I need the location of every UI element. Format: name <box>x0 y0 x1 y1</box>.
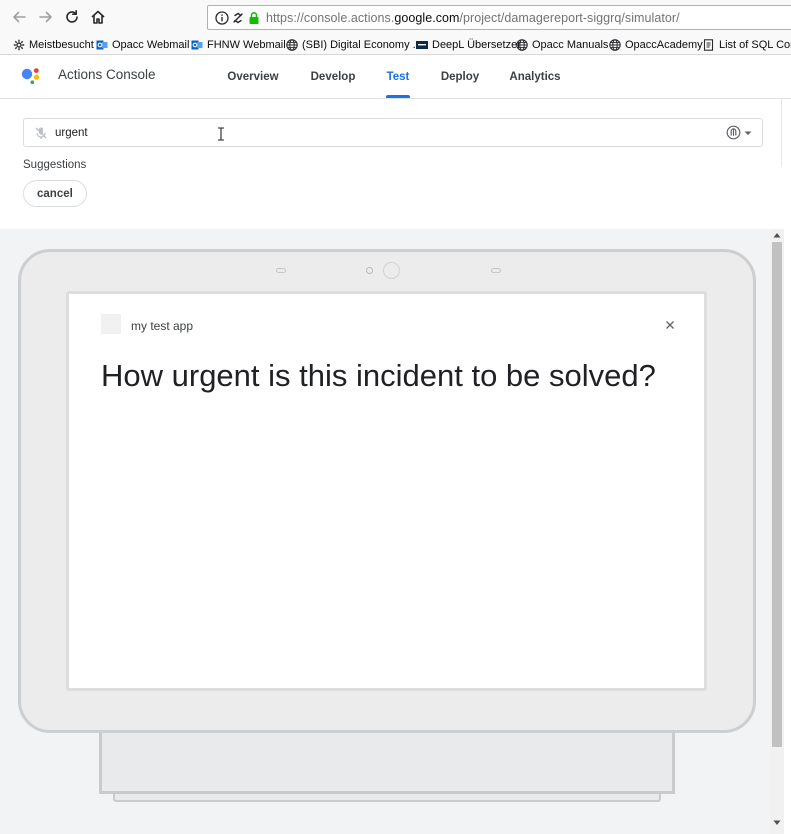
bookmark-label: OpaccAcademy <box>625 39 703 51</box>
dropdown-arrow-icon <box>744 131 752 135</box>
device-sensor-right <box>491 268 501 273</box>
url-text[interactable]: https://console.actions.google.com/proje… <box>266 11 680 25</box>
google-assistant-logo-icon[interactable] <box>20 64 42 86</box>
tracking-protection-icon[interactable] <box>231 11 245 25</box>
globe-icon <box>516 39 528 51</box>
globe-icon <box>609 39 621 51</box>
tab-test[interactable]: Test <box>386 55 410 98</box>
side-panel-gap <box>781 167 791 229</box>
bookmark-label: List of SQL Com <box>719 39 791 51</box>
close-button[interactable] <box>663 318 677 332</box>
bookmark-opacc-webmail[interactable]: Opacc Webmail <box>96 37 189 53</box>
gear-icon <box>13 39 25 51</box>
suggestions-label: Suggestions <box>23 159 87 171</box>
home-button[interactable] <box>89 8 107 26</box>
reload-button[interactable] <box>63 8 81 26</box>
scroll-up-arrow-icon[interactable] <box>773 232 781 238</box>
tab-overview[interactable]: Overview <box>222 55 284 98</box>
device-sensor-ring <box>383 262 400 279</box>
input-panel: Suggestions cancel <box>0 99 781 229</box>
bookmark-label: (SBI) Digital Economy ... <box>302 39 422 51</box>
text-cursor-icon <box>217 127 225 141</box>
bookmark-label: Opacc Webmail <box>112 39 190 51</box>
ssl-lock-icon[interactable] <box>247 11 261 25</box>
bookmark-list-of-sql[interactable]: List of SQL Com <box>703 37 791 53</box>
query-field[interactable] <box>23 118 763 147</box>
bookmark-label: FHNW Webmail <box>207 39 286 51</box>
reload-icon <box>66 10 78 23</box>
url-prefix: https://console.actions. <box>266 11 395 25</box>
outlook-icon <box>191 39 203 51</box>
input-settings[interactable] <box>726 125 753 140</box>
device-screen: my test app How urgent is this incident … <box>66 291 707 691</box>
address-bar[interactable]: https://console.actions.google.com/proje… <box>207 5 791 30</box>
bookmark-sbi-digital-economy[interactable]: (SBI) Digital Economy ... <box>286 37 422 53</box>
app-title[interactable]: Actions Console <box>58 67 156 82</box>
tab-analytics[interactable]: Analytics <box>507 55 563 98</box>
forward-arrow-icon <box>39 11 52 23</box>
tab-label: Test <box>386 70 410 83</box>
scrollbar[interactable] <box>770 229 784 834</box>
side-panel-edge <box>781 99 791 167</box>
scrollbar-thumb[interactable] <box>772 242 782 747</box>
suggestion-chip-cancel[interactable]: cancel <box>23 180 87 207</box>
tab-label: Analytics <box>509 70 561 83</box>
window-edge <box>784 229 791 834</box>
close-icon <box>666 321 674 329</box>
mic-off-icon[interactable] <box>34 126 48 140</box>
active-tab-indicator <box>386 95 410 98</box>
back-arrow-icon <box>13 11 26 23</box>
bookmark-label: DeepL Übersetzer <box>432 39 521 51</box>
bookmark-opacc-academy[interactable]: OpaccAcademy <box>609 37 703 53</box>
bookmark-meistbesucht[interactable]: Meistbesucht <box>13 37 94 53</box>
device-stand <box>99 730 675 794</box>
tab-label: Deploy <box>440 70 480 83</box>
bookmark-deepl[interactable]: DeepL Übersetzer <box>416 37 521 53</box>
page-icon <box>703 39 715 51</box>
bookmarks-toolbar: Meistbesucht Opacc Webmail FHNW Webmail … <box>0 34 791 55</box>
app-icon <box>101 314 121 334</box>
tab-deploy[interactable]: Deploy <box>438 55 482 98</box>
bookmark-label: Opacc Manuals <box>532 39 609 51</box>
console-header: Actions Console Overview Develop Test De… <box>0 55 791 99</box>
back-button[interactable] <box>10 8 28 26</box>
query-input[interactable] <box>55 123 615 142</box>
home-icon <box>91 10 105 24</box>
device-stand-base <box>113 794 661 802</box>
assistant-prompt: How urgent is this incident to be solved… <box>101 358 656 393</box>
app-name: my test app <box>131 319 194 333</box>
url-path: /project/damagereport-siggrq/simulator/ <box>459 11 680 25</box>
bookmark-label: Meistbesucht <box>29 39 94 51</box>
surface-settings-icon <box>726 125 741 140</box>
bookmark-fhnw-webmail[interactable]: FHNW Webmail <box>191 37 286 53</box>
tab-develop[interactable]: Develop <box>306 55 360 98</box>
deepl-icon <box>416 39 428 51</box>
browser-toolbar: https://console.actions.google.com/proje… <box>0 0 791 34</box>
url-host: google.com <box>394 11 460 25</box>
info-icon[interactable] <box>215 11 229 25</box>
scroll-down-arrow-icon[interactable] <box>773 820 781 826</box>
forward-button[interactable] <box>37 8 55 26</box>
device-camera-icon <box>366 267 373 274</box>
tab-label: Overview <box>227 70 279 83</box>
globe-icon <box>286 39 298 51</box>
device-sensor-left <box>276 268 286 273</box>
bookmark-opacc-manuals[interactable]: Opacc Manuals <box>516 37 608 53</box>
outlook-icon <box>96 39 108 51</box>
tab-label: Develop <box>310 70 356 83</box>
